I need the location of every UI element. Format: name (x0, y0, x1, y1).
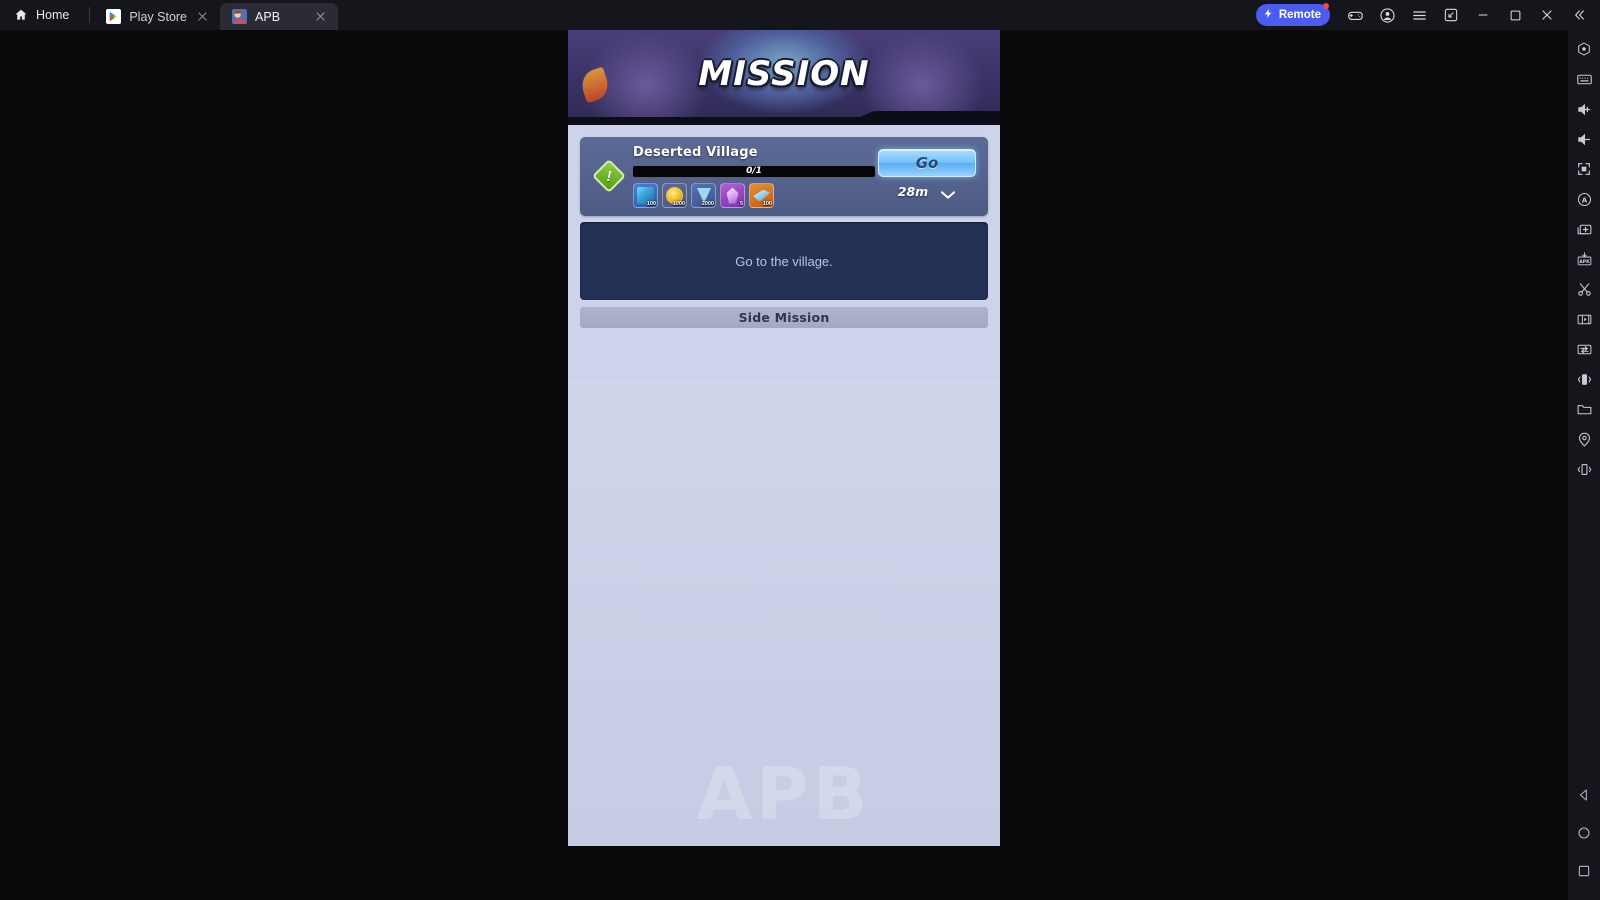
android-screen: APB MISSION ! Deserted Village 0/1 100 1… (568, 26, 1000, 846)
blue-shard-icon (753, 189, 770, 202)
shake-icon[interactable] (1569, 364, 1599, 394)
menu-icon[interactable] (1404, 0, 1434, 30)
reward-count: 5 (739, 200, 743, 207)
gamepad-icon[interactable] (1340, 0, 1370, 30)
close-icon[interactable] (313, 9, 328, 24)
remote-label: Remote (1278, 9, 1321, 21)
tab-play-store[interactable]: Play Store (94, 3, 220, 30)
home-circle-icon[interactable] (1569, 818, 1599, 848)
auto-rotate-icon[interactable]: A (1569, 184, 1599, 214)
recents-square-icon[interactable] (1569, 856, 1599, 886)
background-watermark: APB (696, 752, 872, 836)
tab-label: Play Store (129, 9, 188, 24)
window-controls: Remote (1255, 0, 1600, 30)
go-button-label: Go (915, 154, 939, 172)
reward-count: 100 (762, 200, 772, 207)
folder-icon[interactable] (1569, 394, 1599, 424)
scissors-icon[interactable] (1569, 274, 1599, 304)
apb-app-icon (232, 9, 248, 24)
file-transfer-icon[interactable] (1569, 334, 1599, 364)
reward-crystal[interactable]: 5 (720, 183, 745, 208)
reward-count: 1000 (672, 200, 685, 207)
reward-art-item[interactable]: 100 (633, 183, 658, 208)
reward-count: 100 (646, 200, 656, 207)
purple-crystal-icon (726, 187, 739, 204)
emulator-window: Home Play Store APB Remote A APK APB MIS… (0, 0, 1600, 900)
tool-sidebar: A APK (1568, 30, 1600, 900)
reward-count: 2000 (701, 200, 714, 207)
keyboard-icon[interactable] (1569, 64, 1599, 94)
close-icon[interactable] (1532, 0, 1562, 30)
maximize-icon[interactable] (1500, 0, 1530, 30)
mission-card-body: Deserted Village 0/1 100 1000 2000 5 100 (631, 144, 875, 208)
screen-record-icon[interactable] (1569, 304, 1599, 334)
device-rotate-icon[interactable] (1569, 454, 1599, 484)
location-pin-icon[interactable] (1569, 424, 1599, 454)
quest-exclamation-icon: ! (592, 159, 626, 193)
title-bar: Home Play Store APB Remote (0, 0, 1600, 30)
mission-progress-bar: 0/1 (633, 166, 875, 177)
mission-card-wrapper: ! Deserted Village 0/1 100 1000 2000 5 1… (568, 125, 1000, 216)
volume-up-icon[interactable] (1569, 94, 1599, 124)
lightning-bolt-icon (1263, 7, 1274, 23)
collapse-sidebar-icon[interactable] (1564, 0, 1594, 30)
go-button[interactable]: Go (878, 149, 976, 177)
objective-text: Go to the village. (735, 253, 833, 269)
mission-banner: MISSION (568, 26, 1000, 125)
minimize-icon[interactable] (1468, 0, 1498, 30)
fullscreen-icon[interactable] (1569, 154, 1599, 184)
home-tab[interactable]: Home (0, 0, 85, 30)
chevron-down-icon[interactable] (940, 187, 956, 199)
screenshot-icon[interactable] (1436, 0, 1466, 30)
side-mission-label: Side Mission (738, 310, 830, 325)
tab-divider (89, 7, 91, 23)
mission-card-actions: Go 28m (875, 144, 979, 208)
remote-button[interactable]: Remote (1255, 3, 1330, 26)
svg-text:APK: APK (1579, 259, 1590, 265)
tab-apb[interactable]: APB (220, 3, 339, 30)
banner-bottom-edge (568, 111, 1000, 125)
volume-down-icon[interactable] (1569, 124, 1599, 154)
mission-title: Deserted Village (633, 145, 758, 160)
notification-badge (1323, 3, 1329, 9)
mission-card[interactable]: ! Deserted Village 0/1 100 1000 2000 5 1… (580, 137, 988, 216)
home-tab-label: Home (36, 8, 70, 22)
multi-instance-icon[interactable] (1569, 214, 1599, 244)
reward-list: 100 1000 2000 5 100 (633, 183, 875, 208)
home-icon (14, 8, 28, 22)
reward-water-gem[interactable]: 2000 (691, 183, 716, 208)
tab-label: APB (255, 9, 281, 24)
close-icon[interactable] (195, 9, 210, 24)
quest-exclamation-glyph: ! (606, 167, 612, 185)
svg-text:A: A (1581, 195, 1587, 204)
reward-blue-shard[interactable]: 100 (749, 183, 774, 208)
side-mission-header[interactable]: Side Mission (580, 307, 988, 328)
reward-gold[interactable]: 1000 (662, 183, 687, 208)
settings-hexagon-icon[interactable] (1569, 34, 1599, 64)
page-background: APB (568, 381, 1000, 846)
play-store-icon (106, 9, 122, 24)
progress-label: 0/1 (746, 166, 762, 176)
back-icon[interactable] (1569, 780, 1599, 810)
mission-timer: 28m (897, 184, 929, 199)
tab-strip: Home Play Store APB (0, 0, 339, 30)
page-title: MISSION (698, 54, 870, 94)
timer-row: 28m (898, 184, 956, 199)
objective-panel: Go to the village. (580, 222, 988, 300)
mission-badge: ! (587, 144, 631, 208)
account-icon[interactable] (1372, 0, 1402, 30)
apk-install-icon[interactable]: APK (1569, 244, 1599, 274)
